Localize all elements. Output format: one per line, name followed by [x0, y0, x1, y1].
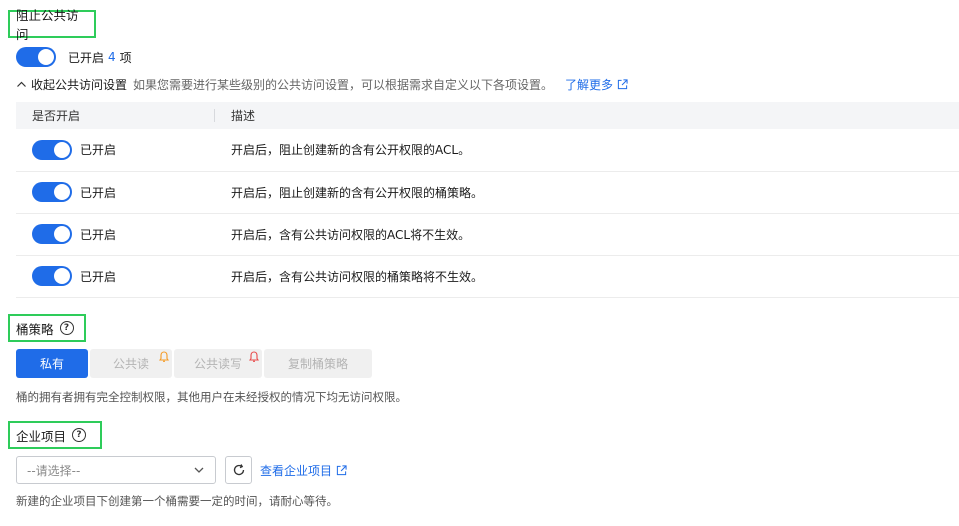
- row-switch-3[interactable]: [32, 224, 72, 244]
- view-enterprise-project-row: 查看企业项目: [260, 462, 347, 479]
- block-public-count-unit: 项: [119, 50, 132, 65]
- help-icon[interactable]: ?: [72, 428, 87, 442]
- row-desc-3: 开启后，含有公共访问权限的ACL将不生效。: [215, 213, 959, 256]
- view-enterprise-project-link[interactable]: 查看企业项目: [260, 462, 347, 479]
- row-status-1: 已开启: [80, 143, 117, 158]
- policy-option-public-read[interactable]: 公共读: [90, 349, 172, 378]
- policy-option-private[interactable]: 私有: [16, 349, 88, 378]
- block-public-access-status: 已开启 4 项: [16, 47, 132, 67]
- table-header-enabled: 是否开启: [16, 102, 215, 129]
- collapse-toggle[interactable]: 收起公共访问设置: [16, 76, 127, 93]
- block-public-access-label: 阻止公共访问: [16, 8, 79, 42]
- learn-more-link[interactable]: 了解更多: [565, 76, 628, 93]
- block-public-status-text: 已开启: [68, 50, 105, 65]
- bucket-policy-title: 桶策略 ?: [8, 314, 86, 342]
- table-header-row: 是否开启 描述: [16, 102, 959, 129]
- bucket-policy-label: 桶策略: [16, 321, 54, 337]
- refresh-icon: [233, 464, 244, 476]
- policy-option-public-read-write[interactable]: 公共读写: [174, 349, 262, 378]
- table-row: 已开启 开启后，含有公共访问权限的桶策略将不生效。: [16, 255, 959, 298]
- enterprise-project-select[interactable]: --请选择--: [16, 456, 216, 484]
- block-public-count: 4: [108, 50, 116, 64]
- bucket-policy-hint: 桶的拥有者拥有完全控制权限，其他用户在未经授权的情况下均无访问权限。: [16, 390, 407, 404]
- learn-more-label: 了解更多: [565, 78, 614, 92]
- enterprise-project-select-value: --请选择--: [27, 463, 81, 478]
- view-enterprise-project-label: 查看企业项目: [260, 464, 333, 478]
- row-status-4: 已开启: [80, 269, 117, 284]
- block-public-access-title: 阻止公共访问: [8, 8, 96, 42]
- help-icon[interactable]: ?: [59, 321, 74, 335]
- row-status-2: 已开启: [80, 185, 117, 200]
- collapse-row: 收起公共访问设置 如果您需要进行某些级别的公共访问设置，可以根据需求自定义以下各…: [16, 76, 628, 93]
- row-desc-1: 开启后，阻止创建新的含有公开权限的ACL。: [215, 129, 959, 172]
- bucket-policy-selector: 私有 公共读 公共读写 复制桶策略: [16, 349, 372, 378]
- row-switch-1[interactable]: [32, 139, 72, 160]
- bell-warning-icon: [159, 351, 169, 362]
- refresh-button[interactable]: [225, 456, 252, 484]
- policy-option-private-label: 私有: [39, 357, 64, 371]
- block-public-table: 是否开启 描述 已开启 开启后，阻止创建新的含有公开权限的ACL。 已开启 开启…: [16, 102, 959, 298]
- policy-option-copy-label: 复制桶策略: [287, 357, 348, 371]
- row-desc-2: 开启后，阻止创建新的含有公开权限的桶策略。: [215, 171, 959, 214]
- block-public-access-switch[interactable]: [16, 47, 56, 67]
- bell-danger-icon: [249, 351, 259, 362]
- row-desc-4: 开启后，含有公共访问权限的桶策略将不生效。: [215, 255, 959, 298]
- external-link-icon: [336, 465, 347, 476]
- block-public-description: 如果您需要进行某些级别的公共访问设置，可以根据需求自定义以下各项设置。: [133, 78, 554, 92]
- table-row: 已开启 开启后，阻止创建新的含有公开权限的桶策略。: [16, 171, 959, 214]
- table-row: 已开启 开启后，含有公共访问权限的ACL将不生效。: [16, 213, 959, 256]
- row-status-3: 已开启: [80, 227, 117, 242]
- row-switch-2[interactable]: [32, 182, 72, 202]
- chevron-down-icon: [194, 467, 204, 473]
- external-link-icon: [617, 79, 628, 90]
- enterprise-project-label: 企业项目: [16, 428, 67, 444]
- row-switch-4[interactable]: [32, 266, 72, 286]
- chevron-up-icon: [17, 81, 26, 87]
- policy-option-public-read-label: 公共读: [112, 357, 149, 371]
- policy-option-public-read-write-label: 公共读写: [193, 357, 242, 371]
- collapse-label: 收起公共访问设置: [31, 78, 128, 92]
- enterprise-project-title: 企业项目 ?: [8, 421, 102, 449]
- policy-option-copy[interactable]: 复制桶策略: [264, 349, 372, 378]
- table-header-description: 描述: [215, 102, 959, 129]
- table-row: 已开启 开启后，阻止创建新的含有公开权限的ACL。: [16, 129, 959, 172]
- enterprise-project-hint: 新建的企业项目下创建第一个桶需要一定的时间，请耐心等待。: [16, 494, 338, 508]
